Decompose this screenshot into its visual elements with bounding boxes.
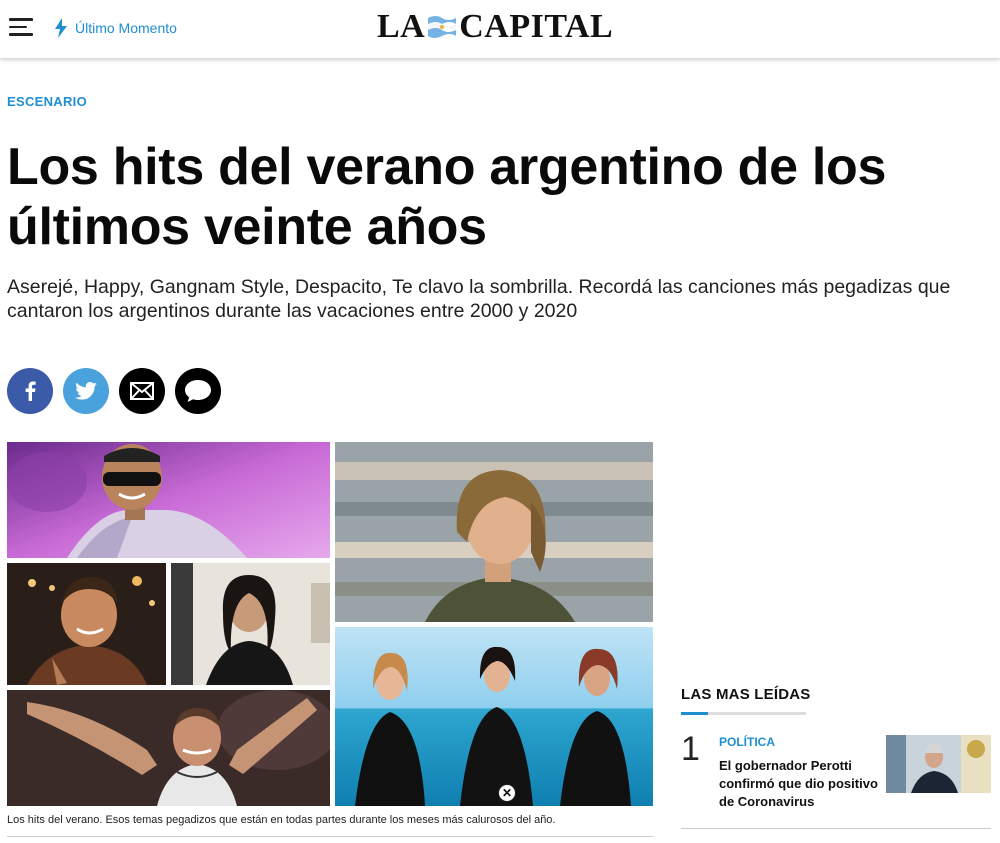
most-read-divider [681,828,991,829]
envelope-icon [130,382,154,400]
hamburger-menu-icon[interactable] [9,18,33,38]
comments-button[interactable] [175,368,221,414]
photo-woman-dark-hair [171,563,330,685]
most-read-category[interactable]: POLÍTICA [719,735,775,749]
caption-divider [7,836,653,837]
most-read-rank: 1 [681,730,700,768]
email-share-button[interactable] [119,368,165,414]
facebook-share-button[interactable] [7,368,53,414]
site-logo[interactable]: LA CAPITAL [377,8,613,46]
most-read-headline[interactable]: El gobernador Perotti confirmó que dio p… [719,757,879,811]
photo-young-man-long-hair [335,442,653,622]
logo-text-left: LA [377,8,426,45]
photo-man-arms-raised [7,690,330,806]
lightning-bolt-icon [55,18,67,38]
photo-three-women-beach [335,627,653,806]
twitter-icon [75,382,97,400]
logo-text-right: CAPITAL [459,8,614,45]
ultimo-momento-link[interactable]: Último Momento [55,18,177,38]
hero-photo-collage[interactable] [7,442,653,806]
article-lead: Aserejé, Happy, Gangnam Style, Despacito… [7,276,951,322]
ultimo-momento-label: Último Momento [75,20,177,36]
twitter-share-button[interactable] [63,368,109,414]
section-label[interactable]: ESCENARIO [7,94,87,109]
speech-bubble-icon [185,380,211,402]
share-buttons [7,368,221,414]
close-icon[interactable]: ✕ [498,784,516,802]
facebook-icon [25,381,36,401]
most-read-thumbnail[interactable] [886,735,991,793]
image-caption: Los hits del verano. Esos temas pegadizo… [7,814,556,826]
photo-singer-sunglasses [7,442,330,558]
article-title: Los hits del verano argentino de los últ… [7,138,887,256]
most-read-title: LAS MAS LEÍDAS [681,686,811,703]
photo-smiling-man [7,563,166,685]
argentina-flag-icon [428,16,457,38]
most-read-underline [681,712,806,715]
site-header: Último Momento LA CAPITAL [0,0,1000,58]
